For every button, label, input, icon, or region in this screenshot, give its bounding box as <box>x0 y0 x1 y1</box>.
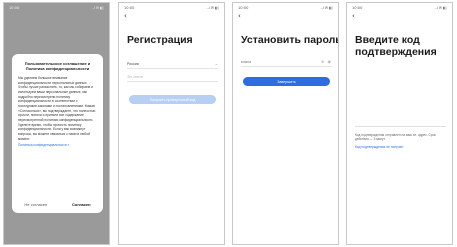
privacy-dialog: Пользовательское соглашение и Политика к… <box>12 54 103 213</box>
back-arrow-icon[interactable]: ‹ <box>238 13 241 20</box>
status-icons: ..l ✉ ▮▯ <box>434 5 447 10</box>
back-arrow-icon[interactable]: ‹ <box>124 13 127 20</box>
resend-code-link[interactable]: Код подтверждения не получен <box>355 145 403 149</box>
region-select[interactable]: Россия ⌄ <box>127 59 218 69</box>
status-bar: 10:00 ..l ✉ ▮▯ <box>233 3 338 12</box>
code-input[interactable] <box>355 126 446 127</box>
dialog-actions: Не согласен Согласен <box>12 202 103 207</box>
region-value: Россия <box>127 61 139 66</box>
status-bar: 10:00 ..l ✉ ▮▯ <box>119 3 224 12</box>
decline-button[interactable]: Не согласен <box>24 202 47 207</box>
status-bar: 10:00 ..l ✉ ▮▯ <box>4 3 109 12</box>
status-icons: ..l ✉ ▮▯ <box>206 5 219 10</box>
screen-verification-code: 10:00 ..l ✉ ▮▯ ‹ Введите код подтвержден… <box>346 2 453 245</box>
email-field[interactable]: Эл. почта <box>127 72 218 82</box>
get-code-button[interactable]: Получить проверочный код <box>129 95 216 104</box>
dialog-body: Мы уделяем большое внимание конфиденциал… <box>18 76 96 141</box>
status-bar: 10:00 ..l ✉ ▮▯ <box>347 3 452 12</box>
visibility-toggle-icon[interactable]: ⊗ ◉ <box>321 59 332 64</box>
status-time: 10:00 <box>238 5 249 10</box>
screen-privacy-dialog: 10:00 ..l ✉ ▮▯ Пользовательское соглашен… <box>3 2 110 245</box>
password-mask: •••••••• <box>241 59 252 64</box>
code-hint: Код подтверждения отправлен на ваш эл. а… <box>355 133 436 142</box>
status-time: 10:00 <box>124 5 135 10</box>
status-icons: ..l ✉ ▮▯ <box>320 5 333 10</box>
page-title: Регистрация <box>127 34 193 46</box>
privacy-policy-link[interactable]: Политика конфиденциальности » <box>18 143 97 148</box>
page-title: Введите код подтверждения <box>355 34 437 58</box>
back-arrow-icon[interactable]: ‹ <box>352 13 355 20</box>
screen-set-password: 10:00 ..l ✉ ▮▯ ‹ Установить пароль •••••… <box>232 2 339 245</box>
submit-button[interactable]: Завершить <box>243 77 330 86</box>
dialog-title: Пользовательское соглашение и Политика к… <box>24 61 91 71</box>
accept-button[interactable]: Согласен <box>72 202 91 207</box>
password-field[interactable]: •••••••• ⊗ ◉ <box>241 57 332 67</box>
email-placeholder: Эл. почта <box>127 74 143 79</box>
status-time: 10:00 <box>352 5 363 10</box>
status-icons: ..l ✉ ▮▯ <box>91 5 104 10</box>
chevron-down-icon: ⌄ <box>214 61 218 66</box>
status-time: 10:00 <box>9 5 20 10</box>
screen-registration: 10:00 ..l ✉ ▮▯ ‹ Регистрация Россия ⌄ Эл… <box>118 2 225 245</box>
page-title: Установить пароль <box>241 34 339 46</box>
